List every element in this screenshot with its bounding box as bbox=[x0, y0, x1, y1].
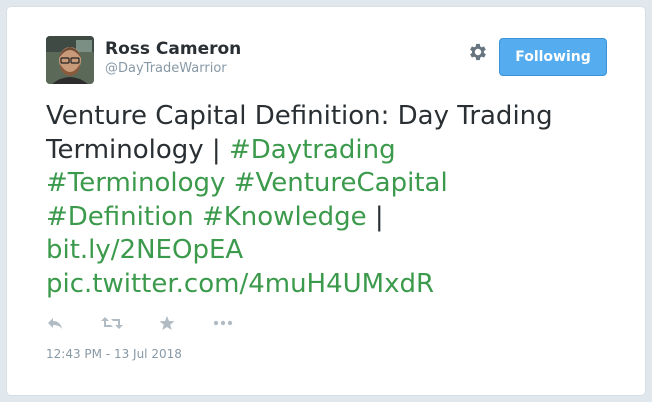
author-name[interactable]: Ross Cameron bbox=[105, 39, 241, 59]
reply-icon[interactable] bbox=[46, 315, 64, 333]
hashtag-knowledge[interactable]: #Knowledge bbox=[202, 202, 367, 232]
tweet-text: Venture Capital Definition: Day Trading … bbox=[46, 100, 626, 301]
separator: | bbox=[366, 201, 384, 232]
avatar[interactable] bbox=[46, 36, 94, 84]
hashtag-daytrading[interactable]: #Daytrading bbox=[229, 135, 396, 165]
favorite-icon[interactable] bbox=[159, 315, 175, 333]
short-link[interactable]: bit.ly/2NEOpEA bbox=[46, 235, 243, 265]
tweet-card: Ross Cameron @DayTradeWarrior Following … bbox=[6, 6, 646, 396]
more-icon[interactable] bbox=[213, 315, 233, 333]
following-button[interactable]: Following bbox=[499, 38, 607, 76]
hashtag-venturecapital[interactable]: #VentureCapital bbox=[234, 168, 448, 198]
hashtag-terminology[interactable]: #Terminology bbox=[46, 168, 225, 198]
author-handle[interactable]: @DayTradeWarrior bbox=[105, 61, 227, 76]
pic-link[interactable]: pic.twitter.com/4muH4UMxdR bbox=[46, 269, 434, 299]
hashtag-definition[interactable]: #Definition bbox=[46, 202, 194, 232]
timestamp[interactable]: 12:43 PM - 13 Jul 2018 bbox=[46, 347, 182, 361]
retweet-icon[interactable] bbox=[101, 315, 123, 333]
gear-icon[interactable] bbox=[467, 41, 489, 63]
